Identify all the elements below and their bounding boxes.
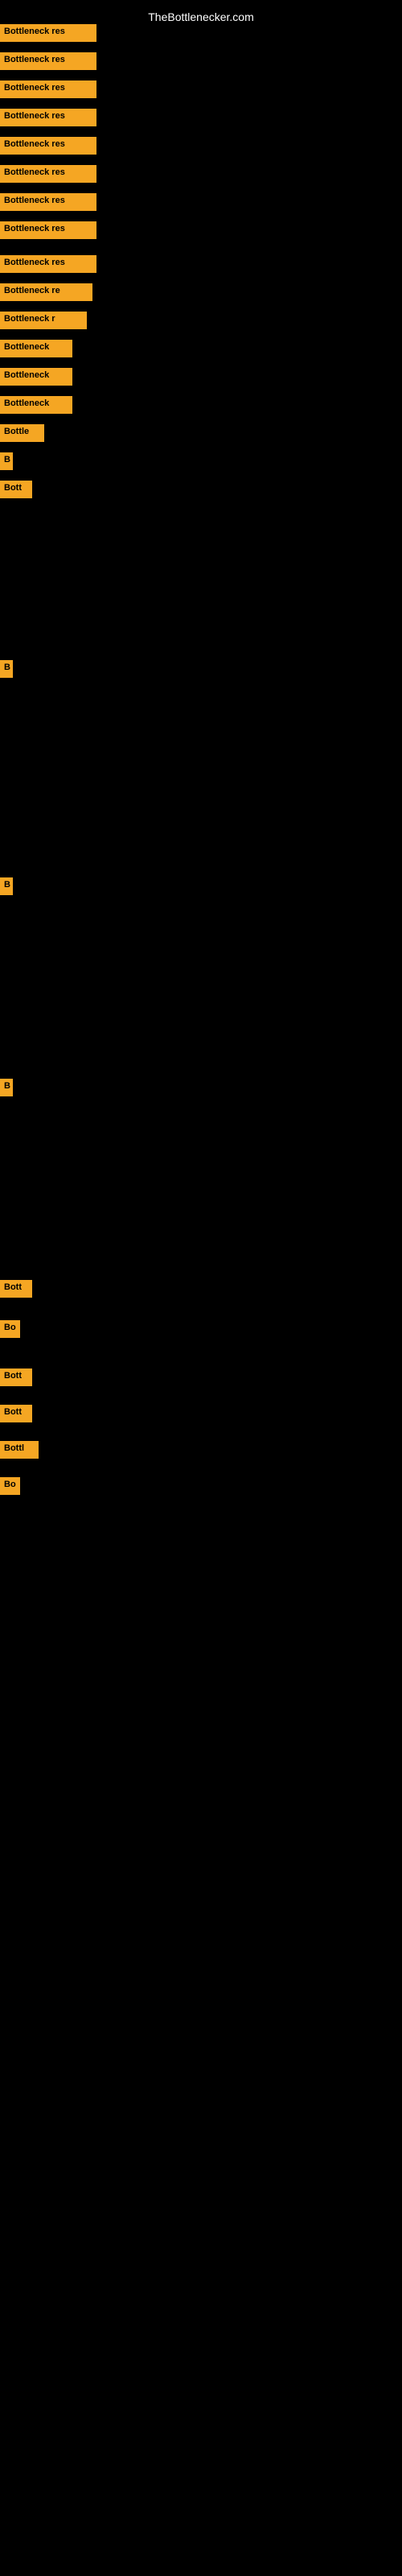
bottleneck-item[interactable]: Bottleneck res (0, 137, 96, 155)
bottleneck-item[interactable]: Bottleneck res (0, 24, 96, 42)
bottleneck-item[interactable]: Bottleneck (0, 340, 72, 357)
bottleneck-item[interactable]: Bottleneck res (0, 109, 96, 126)
bottleneck-item[interactable]: Bott (0, 481, 32, 498)
bottleneck-item[interactable]: Bott (0, 1280, 32, 1298)
bottleneck-item[interactable]: Bo (0, 1477, 20, 1495)
bottleneck-item[interactable]: Bottleneck (0, 368, 72, 386)
bottleneck-item[interactable]: B (0, 660, 13, 678)
bottleneck-item[interactable]: Bottleneck res (0, 52, 96, 70)
bottleneck-item[interactable]: Bottleneck r (0, 312, 87, 329)
bottleneck-item[interactable]: B (0, 452, 13, 470)
bottleneck-item[interactable]: Bottleneck (0, 396, 72, 414)
bottleneck-item[interactable]: Bottleneck res (0, 165, 96, 183)
bottleneck-item[interactable]: B (0, 877, 13, 895)
bottleneck-item[interactable]: Bottleneck re (0, 283, 92, 301)
bottleneck-item[interactable]: Bo (0, 1320, 20, 1338)
bottleneck-item[interactable]: Bottleneck res (0, 255, 96, 273)
bottleneck-item[interactable]: Bottl (0, 1441, 39, 1459)
bottleneck-item[interactable]: Bott (0, 1405, 32, 1422)
bottleneck-item[interactable]: Bottle (0, 424, 44, 442)
bottleneck-item[interactable]: Bott (0, 1368, 32, 1386)
bottleneck-item[interactable]: Bottleneck res (0, 193, 96, 211)
bottleneck-item[interactable]: Bottleneck res (0, 80, 96, 98)
bottleneck-item[interactable]: B (0, 1079, 13, 1096)
bottleneck-item[interactable]: Bottleneck res (0, 221, 96, 239)
